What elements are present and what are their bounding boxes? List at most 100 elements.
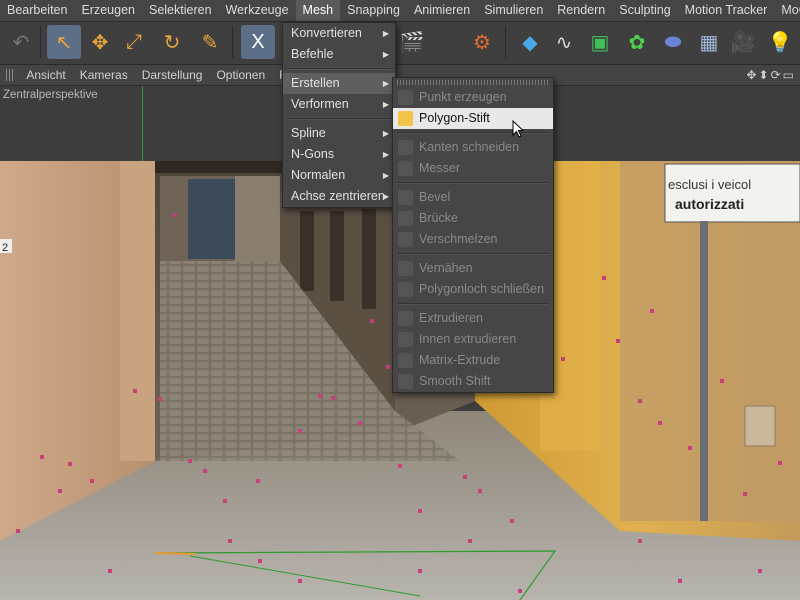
submenu-arrow-icon: ▶: [382, 129, 389, 138]
point-marker: [418, 569, 422, 573]
stitch-icon: [398, 261, 413, 276]
extrude-icon: [398, 311, 413, 326]
menu-separator: [287, 118, 391, 120]
point-marker: [331, 396, 335, 400]
point-marker: [468, 539, 472, 543]
mesh-menu-item-spline[interactable]: Spline ▶: [283, 123, 395, 144]
select-arrow-button[interactable]: ↖: [47, 25, 81, 59]
menu-item-label: Punkt erzeugen: [419, 90, 507, 104]
mesh-menu-item-verformen[interactable]: Verformen ▶: [283, 94, 395, 115]
submenu-arrow-icon: ▶: [382, 171, 389, 180]
create-menu-item-polygon-stift[interactable]: Polygon-Stift: [393, 108, 553, 129]
menu-rendern[interactable]: Rendern: [550, 0, 612, 21]
point-marker: [650, 309, 654, 313]
point-marker: [478, 489, 482, 493]
menu-item-label: Smooth Shift: [419, 374, 491, 388]
menubar: Bearbeiten Erzeugen Selektieren Werkzeuge Me…: [0, 0, 800, 22]
submenu-arrow-icon: ▶: [382, 192, 389, 201]
submenu-tearoff-grip[interactable]: [397, 80, 549, 85]
point-marker: [256, 479, 260, 483]
create-menu-item-verschmelzen: Verschmelzen: [393, 229, 553, 250]
point-marker: [418, 509, 422, 513]
menu-erzeugen[interactable]: Erzeugen: [74, 0, 142, 21]
render-settings-button[interactable]: ⚙: [465, 25, 499, 59]
mesh-menu-item-konvertieren[interactable]: Konvertieren ▶: [283, 23, 395, 44]
subdivision-button[interactable]: ▣: [583, 25, 617, 59]
select-arrow-icon: ↖: [55, 31, 73, 54]
subdivision-icon: ▣: [590, 31, 610, 54]
cube-icon: ◆: [522, 31, 538, 54]
viewport-navigation-icons[interactable]: ✥⬍⟳▭: [746, 65, 796, 85]
menu-item-label: Verschmelzen: [419, 232, 498, 246]
viewport-title: Zentralperspektive: [3, 89, 98, 101]
point-marker: [298, 579, 302, 583]
tool-button[interactable]: ✎: [193, 25, 227, 59]
camera-button[interactable]: 🎥: [726, 25, 760, 59]
mograph-cloner-button[interactable]: ✿: [620, 25, 654, 59]
floor-icon: ▦: [699, 31, 719, 54]
toolbar-separator: [40, 26, 41, 58]
close-hole-icon: [398, 282, 413, 297]
menu-animieren[interactable]: Animieren: [407, 0, 477, 21]
menu-simulieren[interactable]: Simulieren: [477, 0, 550, 21]
menu-werkzeuge[interactable]: Werkzeuge: [219, 0, 296, 21]
menu-sculpting[interactable]: Sculpting: [612, 0, 677, 21]
mesh-menu-item-achse-zentrieren[interactable]: Achse zentrieren ▶: [283, 186, 395, 207]
menu-item-label: Verformen: [291, 97, 349, 111]
mesh-menu-item-normalen[interactable]: Normalen ▶: [283, 165, 395, 186]
menu-motion-tracker[interactable]: Motion Tracker: [678, 0, 775, 21]
viewport-menu-ansicht[interactable]: Ansicht: [19, 65, 72, 85]
menu-bearbeiten[interactable]: Bearbeiten: [0, 0, 74, 21]
create-menu-item-brücke: Brücke: [393, 208, 553, 229]
menu-separator: [287, 68, 391, 70]
point-marker: [518, 589, 522, 593]
toolbar-separator: [505, 26, 506, 58]
move-button[interactable]: ✥: [83, 25, 117, 59]
cube-button[interactable]: ◆: [513, 25, 547, 59]
render-view-button[interactable]: 🎬: [395, 25, 429, 59]
move-icon: ✥: [91, 31, 109, 54]
viewport-menu-optionen[interactable]: Optionen: [209, 65, 272, 85]
point-marker: [223, 499, 227, 503]
x-axis-button[interactable]: X: [241, 25, 275, 59]
viewport-menu-kameras[interactable]: Kameras: [73, 65, 135, 85]
point-marker: [398, 464, 402, 468]
point-marker: [58, 489, 62, 493]
viewport-menu-darstellung[interactable]: Darstellung: [135, 65, 210, 85]
create-menu-item-smooth-shift: Smooth Shift: [393, 371, 553, 392]
point-marker: [678, 579, 682, 583]
create-menu-item-bevel: Bevel: [393, 187, 553, 208]
point-marker: [758, 569, 762, 573]
point-marker: [108, 569, 112, 573]
light-button[interactable]: 💡: [763, 25, 797, 59]
menu-mesh[interactable]: Mesh: [295, 0, 341, 21]
menu-selektieren[interactable]: Selektieren: [142, 0, 219, 21]
menu-mograph[interactable]: MoGraph: [774, 0, 800, 21]
menu-item-label: Konvertieren: [291, 26, 362, 40]
create-menu-item-vernähen: Vernähen: [393, 258, 553, 279]
create-menu-item-extrudieren: Extrudieren: [393, 308, 553, 329]
mesh-menu-item-befehle[interactable]: Befehle ▶: [283, 44, 395, 65]
spline-button[interactable]: ∿: [547, 25, 581, 59]
menu-snapping[interactable]: Snapping: [340, 0, 407, 21]
mesh-menu-item-n-gons[interactable]: N-Gons ▶: [283, 144, 395, 165]
house-number: 2: [2, 242, 8, 254]
point-marker: [133, 389, 137, 393]
point-marker: [658, 421, 662, 425]
menu-separator: [397, 182, 549, 184]
point-marker: [602, 276, 606, 280]
create-menu-item-kanten-schneiden: Kanten schneiden: [393, 137, 553, 158]
submenu-arrow-icon: ▶: [382, 150, 389, 159]
mograph-cloner-icon: ✿: [628, 31, 646, 54]
rotate-button[interactable]: ↻: [155, 25, 189, 59]
undo-button[interactable]: ↶: [4, 25, 38, 59]
floor-button[interactable]: ▦: [692, 25, 726, 59]
toolbar: ↶ ↖ ✥ ⤢ ↻ ✎ X 🎬 ⚙ ◆ ∿ ▣ ✿ ⬬ ▦ 🎥 💡: [0, 22, 800, 65]
submenu-arrow-icon: ▶: [382, 100, 389, 109]
scale-button[interactable]: ⤢: [117, 25, 151, 59]
smooth-shift-icon: [398, 374, 413, 389]
point-marker: [203, 469, 207, 473]
mesh-menu-item-erstellen[interactable]: Erstellen ▶: [283, 73, 395, 94]
grip-handle[interactable]: [6, 69, 14, 81]
deformer-button[interactable]: ⬬: [656, 25, 690, 59]
